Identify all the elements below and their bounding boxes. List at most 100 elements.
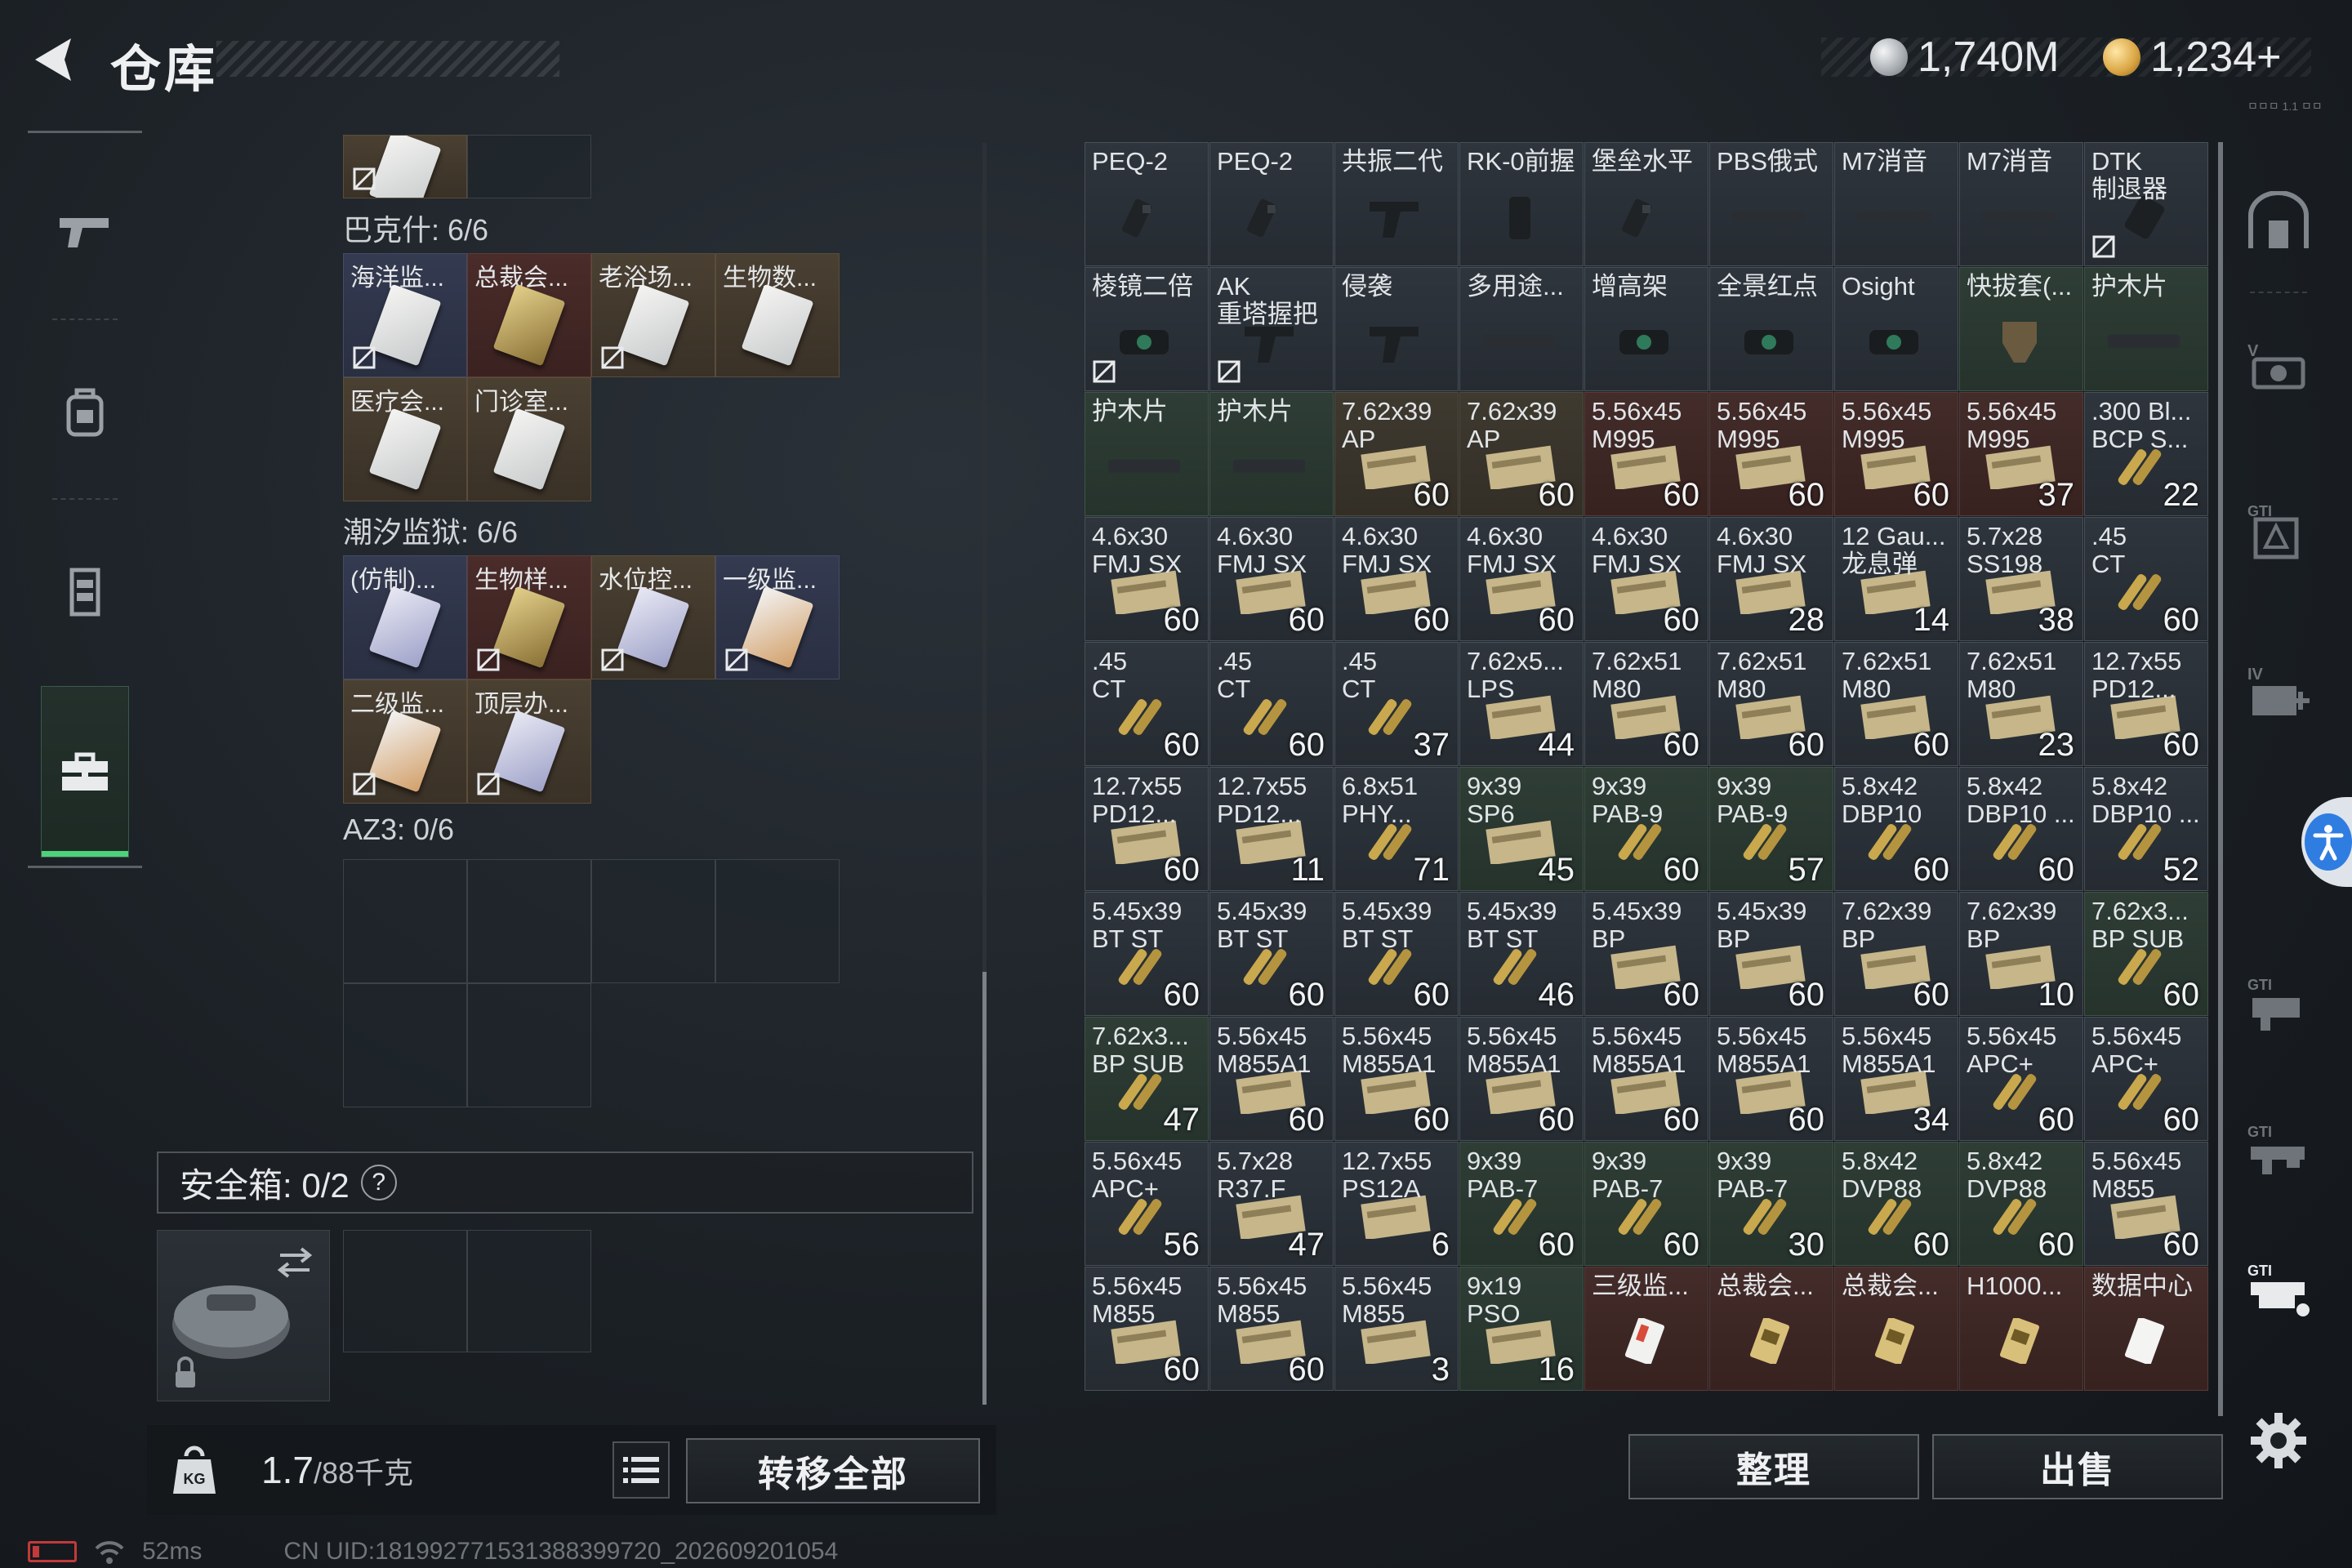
inventory-item[interactable]: 5.45x39 BT ST 60 bbox=[1209, 892, 1334, 1016]
list-view-button[interactable] bbox=[612, 1441, 670, 1499]
tab-guns[interactable]: GTI bbox=[2230, 1107, 2328, 1196]
storage-slot[interactable]: 二级监... bbox=[343, 679, 467, 804]
inventory-item[interactable]: 三级监... bbox=[1584, 1267, 1708, 1391]
inventory-item[interactable]: 护木片 bbox=[1209, 392, 1334, 516]
inventory-item[interactable]: 快拔套(... bbox=[1959, 267, 2083, 391]
inventory-item[interactable]: PEQ-2 bbox=[1085, 142, 1209, 266]
inventory-item[interactable]: 7.62x51 M80 60 bbox=[1834, 642, 1958, 766]
inventory-item[interactable]: 7.62x3... BP SUB 47 bbox=[1085, 1017, 1209, 1141]
inventory-item[interactable]: 5.56x45 M855 60 bbox=[1085, 1267, 1209, 1391]
sell-button[interactable]: 出售 bbox=[1932, 1434, 2223, 1499]
inventory-item[interactable]: 5.8x42 DBP10 ... 60 bbox=[1959, 767, 2083, 891]
inventory-item[interactable]: 5.56x45 M855A1 60 bbox=[1334, 1017, 1459, 1141]
nav-item-vest[interactable] bbox=[41, 547, 129, 635]
inventory-item[interactable]: .300 Bl... BCP S... 22 bbox=[2084, 392, 2208, 516]
inventory-item[interactable]: PEQ-2 bbox=[1209, 142, 1334, 266]
inventory-item[interactable]: 5.56x45 M855 60 bbox=[1209, 1267, 1334, 1391]
inventory-item[interactable]: 5.56x45 M855A1 60 bbox=[1209, 1017, 1334, 1141]
inventory-item[interactable]: 5.56x45 M855A1 60 bbox=[1709, 1017, 1833, 1141]
inventory-item[interactable]: 护木片 bbox=[1085, 392, 1209, 516]
inventory-item[interactable]: M7消音 bbox=[1834, 142, 1958, 266]
storage-scrollbar-thumb[interactable] bbox=[982, 972, 987, 1405]
inventory-item[interactable]: 7.62x51 M80 60 bbox=[1709, 642, 1833, 766]
inventory-item[interactable]: 4.6x30 FMJ SX 60 bbox=[1085, 517, 1209, 641]
inventory-item[interactable]: 5.45x39 BT ST 46 bbox=[1459, 892, 1584, 1016]
inventory-item[interactable]: 7.62x5... LPS 44 bbox=[1459, 642, 1584, 766]
inventory-item[interactable]: Osight bbox=[1834, 267, 1958, 391]
tab-safe[interactable] bbox=[2230, 176, 2328, 265]
inventory-item[interactable]: 5.45x39 BP 60 bbox=[1584, 892, 1708, 1016]
empty-slot[interactable] bbox=[343, 859, 467, 983]
empty-slot[interactable] bbox=[343, 1230, 467, 1352]
settings-button[interactable] bbox=[2247, 1410, 2310, 1472]
inventory-item[interactable]: 12 Gau... 龙息弹 14 bbox=[1834, 517, 1958, 641]
inventory-item[interactable]: 5.45x39 BT ST 60 bbox=[1085, 892, 1209, 1016]
inventory-item[interactable]: 7.62x51 M80 23 bbox=[1959, 642, 2083, 766]
inventory-item[interactable]: 5.56x45 APC+ 60 bbox=[1959, 1017, 2083, 1141]
inventory-item[interactable]: 总裁会... bbox=[1834, 1267, 1958, 1391]
inventory-item[interactable]: 5.56x45 APC+ 60 bbox=[2084, 1017, 2208, 1141]
storage-slot[interactable] bbox=[343, 135, 467, 198]
nav-item-backpack[interactable] bbox=[41, 368, 129, 456]
inventory-item[interactable]: 5.8x42 DVP88 60 bbox=[1834, 1142, 1958, 1266]
tab-attachments[interactable]: GTI bbox=[2230, 960, 2328, 1049]
inventory-item[interactable]: PBS俄式 bbox=[1709, 142, 1833, 266]
sort-button[interactable]: 整理 bbox=[1628, 1434, 1919, 1499]
storage-slot[interactable]: (仿制)... bbox=[343, 555, 467, 679]
inventory-item[interactable]: .45 CT 60 bbox=[1209, 642, 1334, 766]
inventory-item[interactable]: 6.8x51 PHY... 71 bbox=[1334, 767, 1459, 891]
inventory-item[interactable]: 7.62x3... BP SUB 60 bbox=[2084, 892, 2208, 1016]
tab-medical[interactable]: IV bbox=[2230, 649, 2328, 739]
inventory-item[interactable]: 5.56x45 M995 37 bbox=[1959, 392, 2083, 516]
empty-slot[interactable] bbox=[467, 983, 591, 1107]
storage-slot[interactable]: 顶层办... bbox=[467, 679, 591, 804]
inventory-item[interactable]: H1000... bbox=[1959, 1267, 2083, 1391]
inventory-item[interactable]: 5.45x39 BT ST 60 bbox=[1334, 892, 1459, 1016]
inventory-item[interactable]: 4.6x30 FMJ SX 60 bbox=[1459, 517, 1584, 641]
inventory-item[interactable]: 4.6x30 FMJ SX 28 bbox=[1709, 517, 1833, 641]
storage-slot[interactable]: 医疗会... bbox=[343, 377, 467, 501]
back-button[interactable] bbox=[24, 31, 82, 88]
safebox-case-slot[interactable] bbox=[157, 1230, 330, 1401]
inventory-item[interactable]: 5.56x45 M995 60 bbox=[1584, 392, 1708, 516]
inventory-item[interactable]: 侵袭 bbox=[1334, 267, 1459, 391]
inventory-item[interactable]: 5.45x39 BP 60 bbox=[1709, 892, 1833, 1016]
storage-slot[interactable]: 生物样... bbox=[467, 555, 591, 679]
inventory-item[interactable]: 5.56x45 M855 3 bbox=[1334, 1267, 1459, 1391]
inventory-item[interactable]: 12.7x55 PD12... 60 bbox=[2084, 642, 2208, 766]
inventory-item[interactable]: 7.62x39 AP 60 bbox=[1334, 392, 1459, 516]
currency-gold[interactable]: 1,234+ bbox=[2103, 33, 2282, 82]
inventory-item[interactable]: 5.56x45 M995 60 bbox=[1834, 392, 1958, 516]
storage-slot[interactable]: 海洋监... bbox=[343, 253, 467, 377]
inventory-item[interactable]: 9x39 PAB-7 30 bbox=[1709, 1142, 1833, 1266]
storage-slot[interactable]: 门诊室... bbox=[467, 377, 591, 501]
tab-keys[interactable]: GTI bbox=[2230, 486, 2328, 576]
inventory-item[interactable]: 7.62x39 BP 10 bbox=[1959, 892, 2083, 1016]
inventory-item[interactable]: 全景红点 bbox=[1709, 267, 1833, 391]
inventory-item[interactable]: 9x19 PSO 16 bbox=[1459, 1267, 1584, 1391]
nav-item-storage[interactable] bbox=[41, 686, 129, 858]
inventory-item[interactable]: 5.56x45 M855A1 34 bbox=[1834, 1017, 1958, 1141]
empty-slot[interactable] bbox=[343, 983, 467, 1107]
inventory-item[interactable]: 5.8x42 DVP88 60 bbox=[1959, 1142, 2083, 1266]
inventory-item[interactable]: AK 重塔握把 bbox=[1209, 267, 1334, 391]
empty-slot[interactable] bbox=[467, 859, 591, 983]
inventory-item[interactable]: 堡垒水平 bbox=[1584, 142, 1708, 266]
inventory-item[interactable]: 5.8x42 DBP10 ... 52 bbox=[2084, 767, 2208, 891]
inventory-item[interactable]: 9x39 SP6 45 bbox=[1459, 767, 1584, 891]
inventory-item[interactable]: 共振二代 bbox=[1334, 142, 1459, 266]
inventory-item[interactable]: 9x39 PAB-7 60 bbox=[1459, 1142, 1584, 1266]
inventory-item[interactable]: 5.56x45 M855A1 60 bbox=[1584, 1017, 1708, 1141]
tab-scope[interactable]: V bbox=[2230, 323, 2328, 412]
inventory-item[interactable]: 7.62x39 BP 60 bbox=[1834, 892, 1958, 1016]
inventory-item[interactable]: 9x39 PAB-9 60 bbox=[1584, 767, 1708, 891]
inventory-item[interactable]: 4.6x30 FMJ SX 60 bbox=[1334, 517, 1459, 641]
storage-slot[interactable]: 一级监... bbox=[715, 555, 840, 679]
inventory-item[interactable]: 9x39 PAB-9 57 bbox=[1709, 767, 1833, 891]
inventory-item[interactable]: 5.7x28 SS198 38 bbox=[1959, 517, 2083, 641]
inventory-item[interactable]: 9x39 PAB-7 60 bbox=[1584, 1142, 1708, 1266]
safebox-help-button[interactable]: ? bbox=[360, 1165, 397, 1200]
inventory-item[interactable]: 5.56x45 M995 60 bbox=[1709, 392, 1833, 516]
empty-slot[interactable] bbox=[591, 859, 715, 983]
inventory-item[interactable]: M7消音 bbox=[1959, 142, 2083, 266]
